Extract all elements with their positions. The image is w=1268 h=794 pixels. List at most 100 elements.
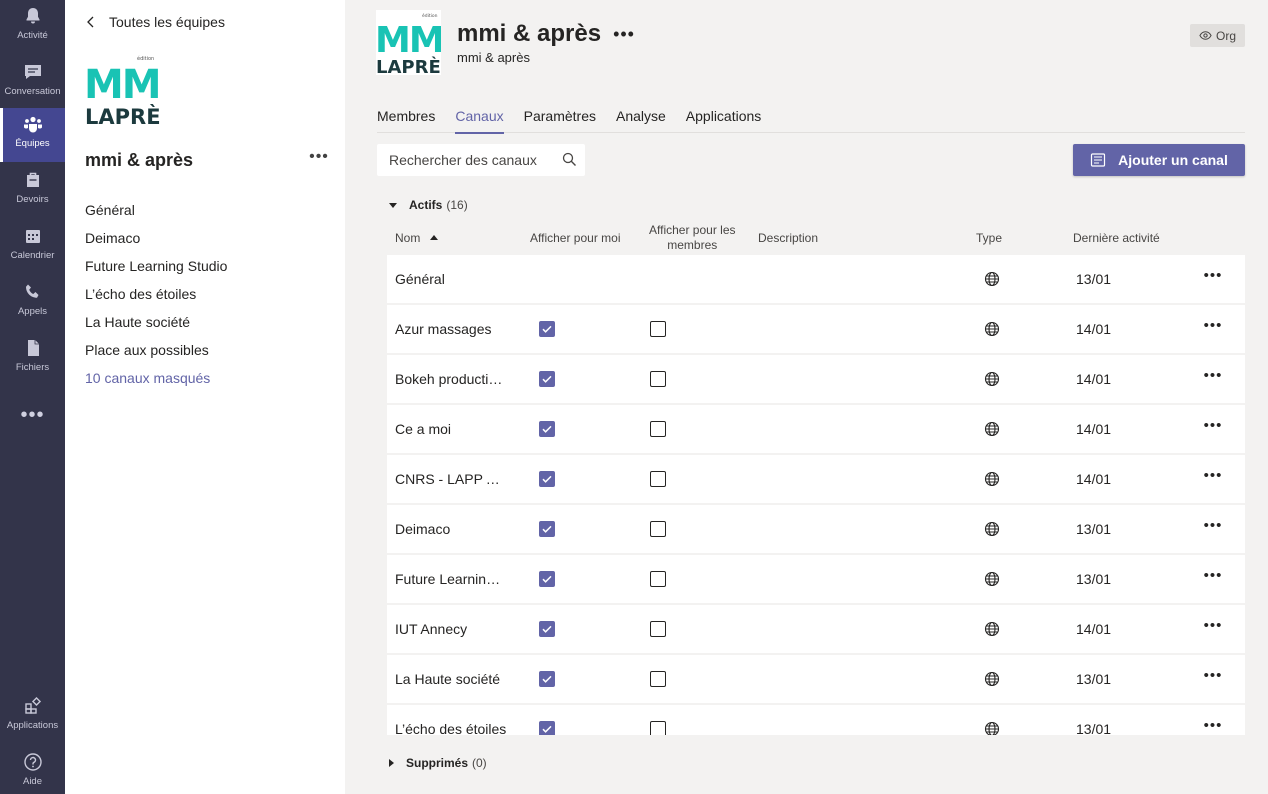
- show-for-me-checkbox[interactable]: [539, 321, 555, 337]
- channel-name-cell: Deimaco: [395, 521, 451, 537]
- org-visibility-badge[interactable]: Org: [1190, 24, 1245, 47]
- table-row[interactable]: IUT Annecy 14/01 •••: [387, 605, 1245, 653]
- caret-right-icon: [389, 759, 394, 767]
- deleted-channels-toggle[interactable]: Supprimés (0): [389, 756, 487, 770]
- bell-icon: [26, 8, 39, 24]
- rail-item-applications[interactable]: Applications: [0, 690, 65, 744]
- last-activity-cell: 13/01: [1076, 571, 1112, 587]
- team-more-options-button[interactable]: •••: [305, 148, 333, 170]
- show-for-members-checkbox[interactable]: [650, 521, 666, 537]
- show-for-me-checkbox[interactable]: [539, 471, 555, 487]
- show-for-members-checkbox[interactable]: [650, 721, 666, 735]
- channel-list: Général Deimaco Future Learning Studio L…: [85, 196, 227, 392]
- row-more-options-button[interactable]: •••: [1199, 617, 1227, 639]
- globe-icon: [984, 321, 1000, 337]
- channel-item-echo-des-etoiles[interactable]: L’écho des étoiles: [85, 280, 227, 308]
- show-for-me-checkbox[interactable]: [539, 521, 555, 537]
- rail-item-calendar[interactable]: Calendrier: [0, 220, 65, 274]
- show-for-me-checkbox[interactable]: [539, 671, 555, 687]
- show-for-members-checkbox[interactable]: [650, 371, 666, 387]
- show-for-me-checkbox[interactable]: [539, 371, 555, 387]
- row-more-options-button[interactable]: •••: [1199, 467, 1227, 489]
- show-for-me-checkbox[interactable]: [539, 621, 555, 637]
- table-row[interactable]: Deimaco 13/01 •••: [387, 505, 1245, 553]
- rail-item-help[interactable]: Aide: [0, 746, 65, 794]
- rail-item-files[interactable]: Fichiers: [0, 332, 65, 386]
- channel-item-place-aux-possibles[interactable]: Place aux possibles: [85, 336, 227, 364]
- row-more-options-button[interactable]: •••: [1199, 567, 1227, 589]
- chevron-left-icon: [87, 16, 94, 28]
- show-for-me-checkbox[interactable]: [539, 571, 555, 587]
- channel-item-general[interactable]: Général: [85, 196, 227, 224]
- table-row[interactable]: L’écho des étoiles 13/01 •••: [387, 705, 1245, 735]
- rail-label: Devoirs: [16, 194, 49, 205]
- hidden-channels-link[interactable]: 10 canaux masqués: [85, 364, 227, 392]
- channel-item-future-learning-studio[interactable]: Future Learning Studio: [85, 252, 227, 280]
- column-header-show-members-line1: Afficher pour les: [649, 223, 736, 237]
- show-for-members-checkbox[interactable]: [650, 421, 666, 437]
- back-to-all-teams-link[interactable]: Toutes les équipes: [85, 14, 225, 30]
- channel-name-cell: Future Learning Studio: [395, 571, 507, 587]
- globe-icon: [984, 471, 1000, 487]
- rail-item-conversation[interactable]: Conversation: [0, 56, 65, 110]
- table-row[interactable]: Bokeh productions 14/01 •••: [387, 355, 1245, 403]
- table-row[interactable]: Général 13/01 •••: [387, 255, 1245, 303]
- main-content: édition MM LAPRÈ mmi & après ••• mmi & a…: [345, 0, 1268, 794]
- table-row[interactable]: Ce a moi 14/01 •••: [387, 405, 1245, 453]
- team-header-more-button[interactable]: •••: [613, 24, 635, 45]
- org-badge-label: Org: [1215, 28, 1236, 43]
- last-activity-cell: 13/01: [1076, 521, 1112, 537]
- show-for-members-checkbox[interactable]: [650, 571, 666, 587]
- caret-down-icon: [389, 202, 397, 208]
- logo-mid-text: MM: [85, 62, 160, 108]
- rail-item-teams[interactable]: Équipes: [0, 108, 65, 162]
- row-more-options-button[interactable]: •••: [1199, 517, 1227, 539]
- team-tabs: Membres Canaux Paramètres Analyse Applic…: [377, 108, 1245, 134]
- show-for-members-checkbox[interactable]: [650, 321, 666, 337]
- row-more-options-button[interactable]: •••: [1199, 417, 1227, 439]
- more-apps-button[interactable]: •••: [0, 398, 65, 432]
- show-for-members-checkbox[interactable]: [650, 621, 666, 637]
- tab-membres[interactable]: Membres: [377, 108, 435, 133]
- row-more-options-button[interactable]: •••: [1199, 317, 1227, 339]
- channel-item-haute-societe[interactable]: La Haute société: [85, 308, 227, 336]
- add-channel-button[interactable]: Ajouter un canal: [1073, 144, 1245, 176]
- tab-canaux[interactable]: Canaux: [455, 108, 504, 134]
- team-name: mmi & après: [85, 150, 194, 170]
- row-more-options-button[interactable]: •••: [1199, 667, 1227, 689]
- eye-icon: [1199, 31, 1212, 40]
- table-row[interactable]: Future Learning Studio 13/01 •••: [387, 555, 1245, 603]
- row-more-options-button[interactable]: •••: [1199, 267, 1227, 289]
- table-row[interactable]: Azur massages 14/01 •••: [387, 305, 1245, 353]
- column-header-show-members-line2: membres: [667, 238, 718, 252]
- last-activity-cell: 13/01: [1076, 271, 1112, 287]
- rail-item-activity[interactable]: Activité: [0, 0, 65, 54]
- rail-label: Équipes: [15, 138, 50, 149]
- globe-icon: [984, 721, 1000, 735]
- active-channels-toggle[interactable]: Actifs (16): [389, 198, 468, 212]
- column-header-name[interactable]: Nom: [395, 231, 439, 246]
- logo-top-text: édition: [422, 12, 438, 19]
- show-for-members-checkbox[interactable]: [650, 471, 666, 487]
- rail-item-calls[interactable]: Appels: [0, 276, 65, 330]
- rail-item-assignments[interactable]: Devoirs: [0, 164, 65, 218]
- tab-applications[interactable]: Applications: [686, 108, 762, 133]
- search-icon[interactable]: [562, 152, 577, 167]
- tab-parametres[interactable]: Paramètres: [524, 108, 596, 133]
- channel-item-deimaco[interactable]: Deimaco: [85, 224, 227, 252]
- globe-icon: [984, 371, 1000, 387]
- table-row[interactable]: CNRS - LAPP Annecy 14/01 •••: [387, 455, 1245, 503]
- logo-bottom-text: LAPRÈ: [85, 104, 161, 126]
- phone-icon: [25, 284, 38, 298]
- show-for-me-checkbox[interactable]: [539, 721, 555, 735]
- channels-table: Général 13/01 ••• Azur massages 14/01 ••• Boke…: [387, 255, 1245, 735]
- channel-search-input[interactable]: [389, 152, 554, 168]
- table-row[interactable]: La Haute société 13/01 •••: [387, 655, 1245, 703]
- row-more-options-button[interactable]: •••: [1199, 367, 1227, 389]
- show-for-me-checkbox[interactable]: [539, 421, 555, 437]
- channel-name-cell: Bokeh productions: [395, 371, 507, 387]
- row-more-options-button[interactable]: •••: [1199, 717, 1227, 735]
- file-icon: [27, 340, 39, 356]
- tab-analyse[interactable]: Analyse: [616, 108, 666, 133]
- show-for-members-checkbox[interactable]: [650, 671, 666, 687]
